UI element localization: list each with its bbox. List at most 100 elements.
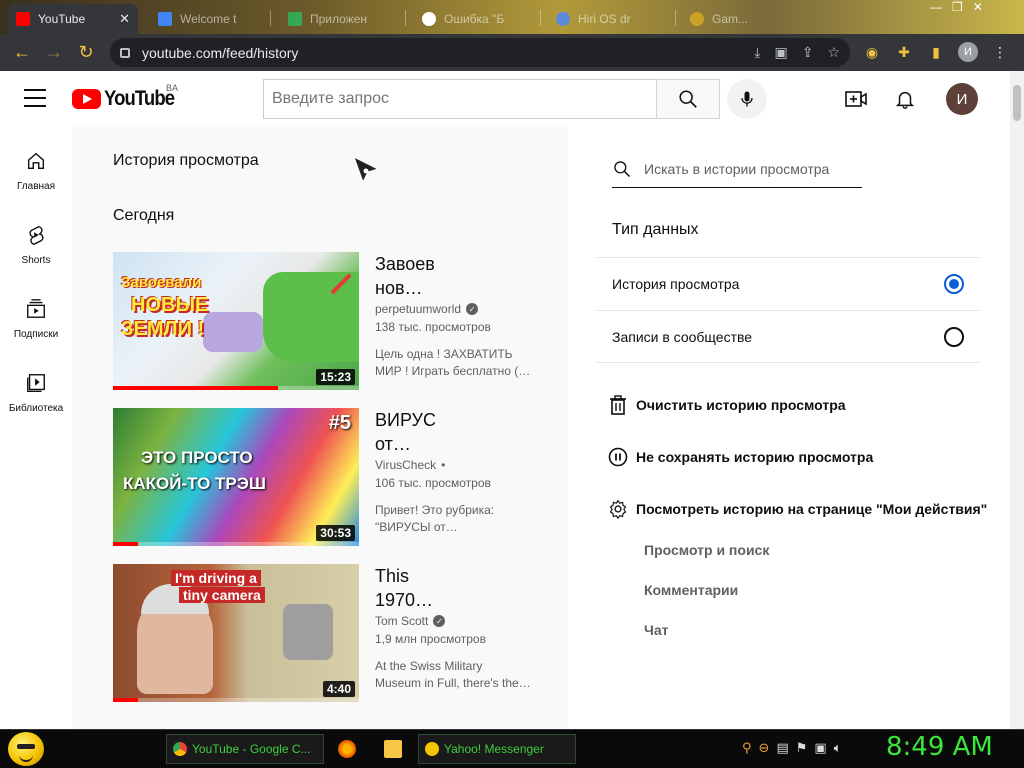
account-avatar[interactable]: И [946, 83, 978, 115]
video-title[interactable]: This 1970… [375, 564, 435, 612]
my-activity-button[interactable]: Посмотреть историю на странице "Мои дейс… [608, 497, 987, 521]
restore-icon[interactable]: ❐ [952, 0, 963, 18]
search-input[interactable] [272, 90, 657, 108]
bookmark-star-icon[interactable]: ☆ [827, 44, 840, 61]
system-tray: ⚲ ⊖ ▤ ⚑ ▣ 🔈︎ [742, 740, 842, 756]
share-icon[interactable]: ⇪ [802, 44, 814, 61]
kebab-menu-icon[interactable]: ⋮ [990, 42, 1010, 62]
watch-progress-bar [113, 386, 359, 390]
tab-game[interactable]: Gam... [682, 4, 792, 34]
watch-progress-fill [113, 542, 138, 546]
taskbar-item-yahoo-messenger[interactable]: Yahoo! Messenger [418, 734, 576, 764]
home-icon [24, 149, 48, 173]
option-community-posts[interactable]: Записи в сообществе [596, 310, 980, 363]
tab-title: Hiri OS dr [578, 12, 631, 26]
browser-tab-strip: YouTube ✕ Welcome t Приложен Ошибка "Б H… [0, 0, 1024, 34]
profile-avatar[interactable]: И [958, 42, 978, 62]
tab-google[interactable]: Ошибка "Б [414, 4, 539, 34]
channel-name[interactable]: Tom Scott [375, 614, 428, 628]
folder-icon[interactable] [384, 740, 402, 758]
clear-history-button[interactable]: Очистить историю просмотра [608, 393, 846, 417]
link-chat[interactable]: Чат [644, 622, 668, 638]
install-icon[interactable]: ⤓ [754, 44, 760, 61]
channel-name[interactable]: VirusCheck [375, 458, 436, 472]
gear-icon [608, 499, 628, 519]
close-window-icon[interactable]: ✕ [973, 0, 983, 18]
page-scrollbar[interactable] [1010, 71, 1024, 729]
channel-name-row: VirusCheck • [375, 458, 535, 472]
tab-title: Приложен [310, 12, 368, 26]
video-item[interactable]: Завоевали НОВЫЕ ЗЕМЛИ ! 15:23 Завоев нов… [113, 252, 533, 390]
side-panel-icon[interactable]: ▮ [926, 42, 946, 62]
hamburger-line [24, 97, 46, 99]
guide-item-shorts[interactable]: Shorts [0, 201, 72, 275]
video-thumbnail[interactable]: Завоевали НОВЫЕ ЗЕМЛИ ! 15:23 [113, 252, 359, 390]
search-icon[interactable]: ⚲ [742, 740, 752, 756]
video-title[interactable]: ВИРУС от… [375, 408, 435, 456]
minus-circle-icon[interactable]: ⊖ [759, 740, 770, 756]
voice-search-button[interactable] [727, 79, 767, 119]
scrollbar-thumb[interactable] [1013, 85, 1021, 121]
mini-guide: Главная Shorts Подписки Библиотека [0, 127, 72, 729]
extension-icons: ◉ ✚ ▮ И ⋮ [862, 42, 1010, 62]
close-icon[interactable]: ✕ [119, 11, 130, 27]
chrome-icon [173, 742, 187, 756]
guide-item-library[interactable]: Библиотека [0, 349, 72, 423]
description-line: МИР ! Играть бесплатно (… [375, 364, 531, 378]
guide-item-home[interactable]: Главная [0, 127, 72, 201]
minimize-icon[interactable]: — [930, 0, 942, 18]
video-item[interactable]: I'm driving a tiny camera 4:40 This 1970… [113, 564, 533, 702]
tab-welcome[interactable]: Welcome t [150, 4, 270, 34]
start-button-smiley-icon[interactable] [8, 732, 44, 766]
video-thumbnail[interactable]: I'm driving a tiny camera 4:40 [113, 564, 359, 702]
video-item[interactable]: #5 ЭТО ПРОСТО КАКОЙ-ТО ТРЭШ 30:53 ВИРУС … [113, 408, 533, 546]
video-title[interactable]: Завоев нов… [375, 252, 435, 300]
link-comments[interactable]: Комментарии [644, 582, 738, 598]
extension-flag-icon[interactable]: ◉ [862, 42, 882, 62]
puzzle-icon[interactable]: ✚ [894, 42, 914, 62]
clipboard-icon[interactable]: ▤ [776, 740, 788, 756]
forward-button[interactable]: → [38, 38, 70, 68]
tab-apps[interactable]: Приложен [280, 4, 405, 34]
radio-unselected[interactable] [944, 326, 964, 347]
video-thumbnail[interactable]: #5 ЭТО ПРОСТО КАКОЙ-ТО ТРЭШ 30:53 [113, 408, 359, 546]
google-favicon-icon [422, 12, 436, 26]
option-watch-history[interactable]: История просмотра [596, 257, 980, 310]
create-button[interactable] [843, 87, 869, 111]
guide-item-subscriptions[interactable]: Подписки [0, 275, 72, 349]
speaker-icon[interactable]: 🔈︎ [834, 740, 842, 756]
page-title: История просмотра [113, 152, 259, 169]
reload-button[interactable]: ↻ [70, 38, 102, 68]
microphone-icon [741, 91, 753, 107]
thumb-caption: tiny camera [179, 587, 265, 603]
tab-youtube[interactable]: YouTube ✕ [8, 4, 138, 34]
channel-name[interactable]: perpetuumworld [375, 302, 461, 316]
trash-icon [608, 395, 628, 415]
radio-selected[interactable] [944, 274, 964, 294]
history-search-box [612, 151, 862, 188]
guide-label: Shorts [21, 255, 51, 266]
mouse-cursor-icon [353, 155, 380, 184]
search-button[interactable] [656, 79, 720, 119]
back-button[interactable]: ← [6, 38, 38, 68]
notifications-button[interactable] [892, 87, 918, 111]
taskbar-clock[interactable]: 8:49 AM [886, 732, 993, 762]
history-search-input[interactable] [644, 161, 854, 177]
taskbar-item-chrome[interactable]: YouTube - Google C... [166, 734, 324, 764]
firefox-icon[interactable] [338, 740, 356, 758]
youtube-logo[interactable]: YouTube BA [72, 83, 184, 111]
guide-menu-button[interactable] [24, 89, 46, 107]
pause-history-button[interactable]: Не сохранять историю просмотра [608, 445, 873, 469]
bell-icon [895, 91, 915, 109]
tab-separator [270, 10, 271, 26]
task-label: YouTube - Google C... [192, 742, 311, 756]
tab-separator [675, 10, 676, 26]
flag-icon[interactable]: ⚑ [796, 740, 808, 756]
network-icon[interactable]: ▣ [814, 740, 826, 756]
channel-name-row: perpetuumworld ✓ [375, 302, 535, 316]
translate-icon[interactable]: ▣ [774, 44, 787, 61]
video-title-line: Завоев [375, 254, 435, 274]
link-watch-and-search[interactable]: Просмотр и поиск [644, 542, 769, 558]
tab-hiri[interactable]: Hiri OS dr [548, 4, 673, 34]
address-bar[interactable]: youtube.com/feed/history ⤓ ▣ ⇪ ☆ [110, 38, 850, 67]
